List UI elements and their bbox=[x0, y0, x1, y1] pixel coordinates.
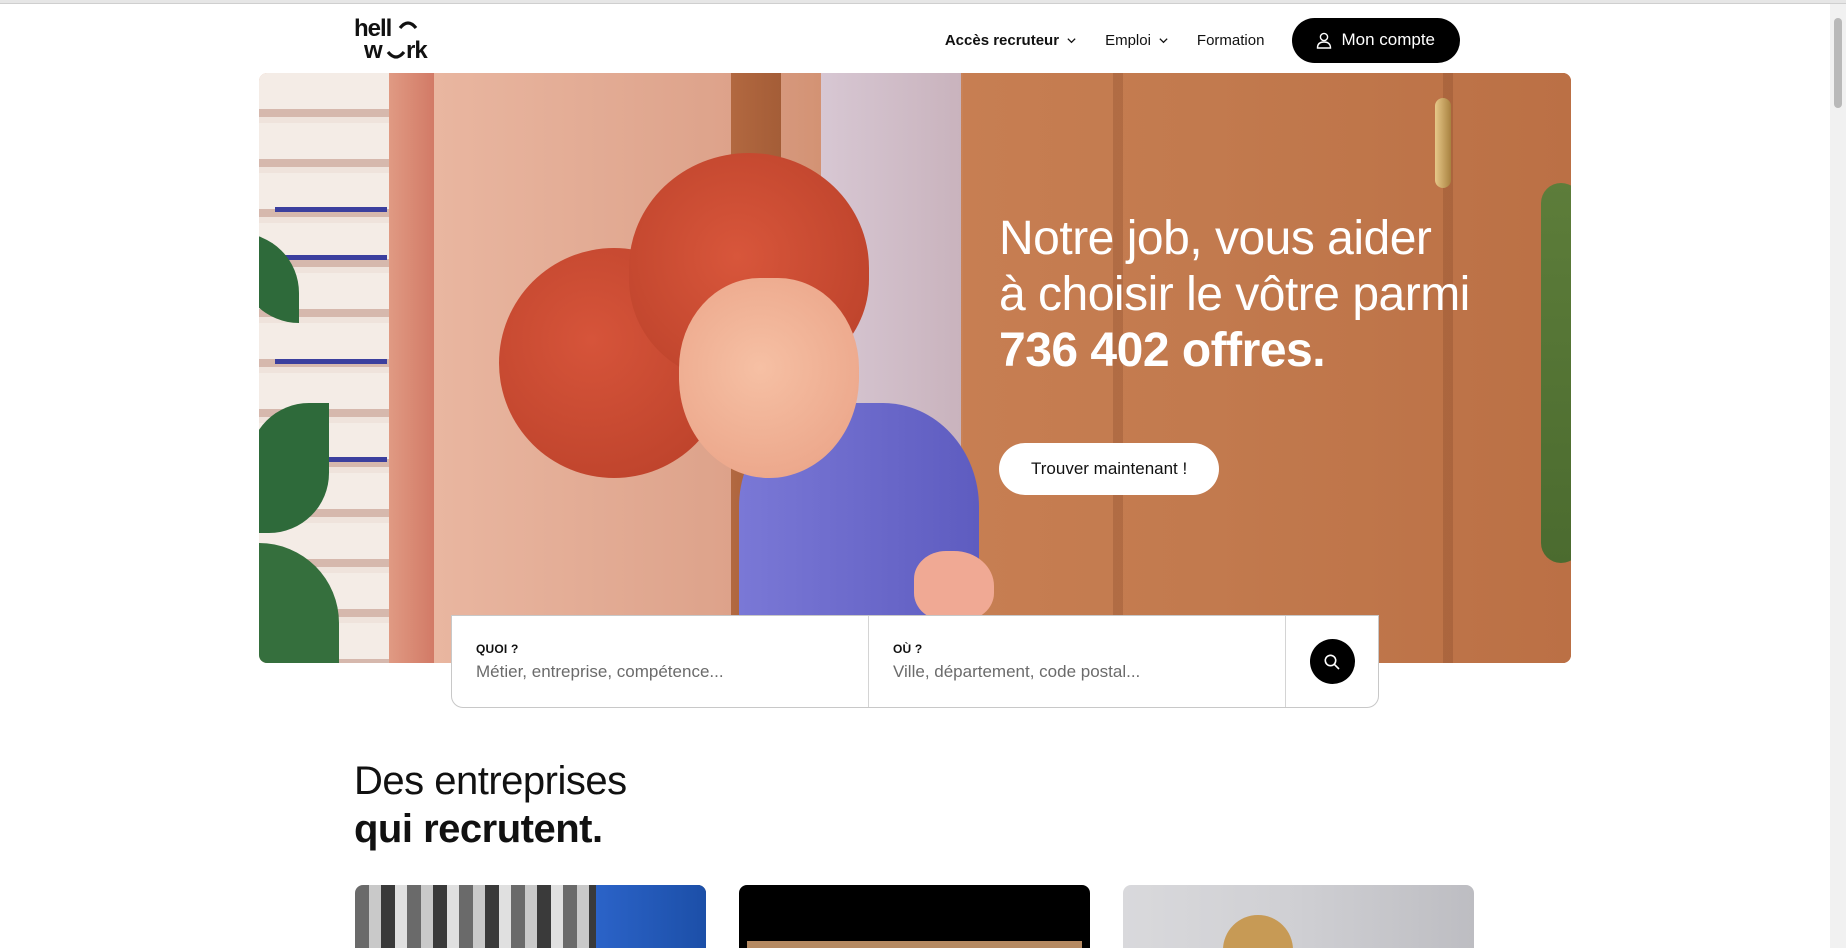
svg-text:w: w bbox=[363, 37, 383, 62]
search-icon bbox=[1324, 654, 1340, 670]
search-where-label: OÙ ? bbox=[893, 642, 923, 656]
company-card[interactable] bbox=[355, 885, 706, 948]
hero-offers-count: 736 402 offres. bbox=[999, 324, 1326, 377]
mon-compte-label: Mon compte bbox=[1341, 30, 1435, 49]
hero-illustration-frame bbox=[389, 73, 434, 663]
blind-stripe bbox=[275, 255, 387, 260]
nav-emploi[interactable]: Emploi bbox=[1105, 32, 1169, 49]
chevron-down-icon bbox=[1067, 37, 1076, 43]
scrollbar-thumb[interactable] bbox=[1834, 18, 1842, 108]
nav-formation[interactable]: Formation bbox=[1197, 32, 1265, 49]
companies-section-title: Des entreprises qui recrutent. bbox=[354, 757, 627, 853]
main-nav: Accès recruteur Emploi Formation Mon com… bbox=[945, 17, 1460, 63]
nav-formation-label: Formation bbox=[1196, 31, 1265, 49]
search-what-field[interactable]: QUOI ? bbox=[452, 616, 869, 707]
hero-banner: Notre job, vous aider à choisir le vôtre… bbox=[259, 73, 1571, 663]
hero-headline-line1: Notre job, vous aider bbox=[999, 212, 1432, 265]
page-scrollbar[interactable] bbox=[1830, 4, 1846, 948]
hero-illustration-character-face bbox=[679, 278, 859, 478]
search-what-input[interactable] bbox=[476, 662, 844, 682]
logo-wordmark: hell w rk bbox=[354, 15, 429, 64]
companies-title-line2: qui recrutent. bbox=[354, 807, 603, 851]
trouver-maintenant-button[interactable]: Trouver maintenant ! bbox=[999, 443, 1220, 495]
site-header: hell w rk Accès recruteur Emploi Formati… bbox=[0, 4, 1830, 72]
hero-headline-line2: à choisir le vôtre parmi bbox=[999, 268, 1470, 321]
search-submit-wrapper bbox=[1286, 616, 1378, 707]
blind-stripe bbox=[275, 359, 387, 364]
hellowork-logo[interactable]: hell w rk bbox=[354, 15, 446, 64]
company-cards bbox=[355, 885, 1475, 948]
companies-title-line1: Des entreprises bbox=[354, 759, 627, 803]
mon-compte-button[interactable]: Mon compte bbox=[1292, 17, 1460, 63]
user-icon bbox=[1317, 32, 1332, 49]
chevron-down-icon bbox=[1159, 37, 1168, 43]
search-where-field[interactable]: OÙ ? bbox=[869, 616, 1286, 707]
search-submit-button[interactable] bbox=[1309, 639, 1355, 684]
search-where-input[interactable] bbox=[893, 662, 1261, 682]
hero-illustration-character-hand bbox=[914, 551, 994, 621]
nav-acces-recruteur-label: Accès recruteur bbox=[944, 31, 1060, 49]
nav-emploi-label: Emploi bbox=[1105, 31, 1151, 49]
search-what-label: QUOI ? bbox=[476, 642, 519, 656]
hero-headline: Notre job, vous aider à choisir le vôtre… bbox=[999, 211, 1559, 379]
job-search-bar: QUOI ? OÙ ? bbox=[451, 615, 1379, 708]
blind-stripe bbox=[275, 207, 387, 212]
company-card[interactable] bbox=[1123, 885, 1474, 948]
nav-acces-recruteur[interactable]: Accès recruteur bbox=[945, 32, 1077, 49]
company-card[interactable] bbox=[739, 885, 1090, 948]
hero-illustration-hinge bbox=[1435, 98, 1451, 188]
svg-text:rk: rk bbox=[406, 37, 428, 62]
